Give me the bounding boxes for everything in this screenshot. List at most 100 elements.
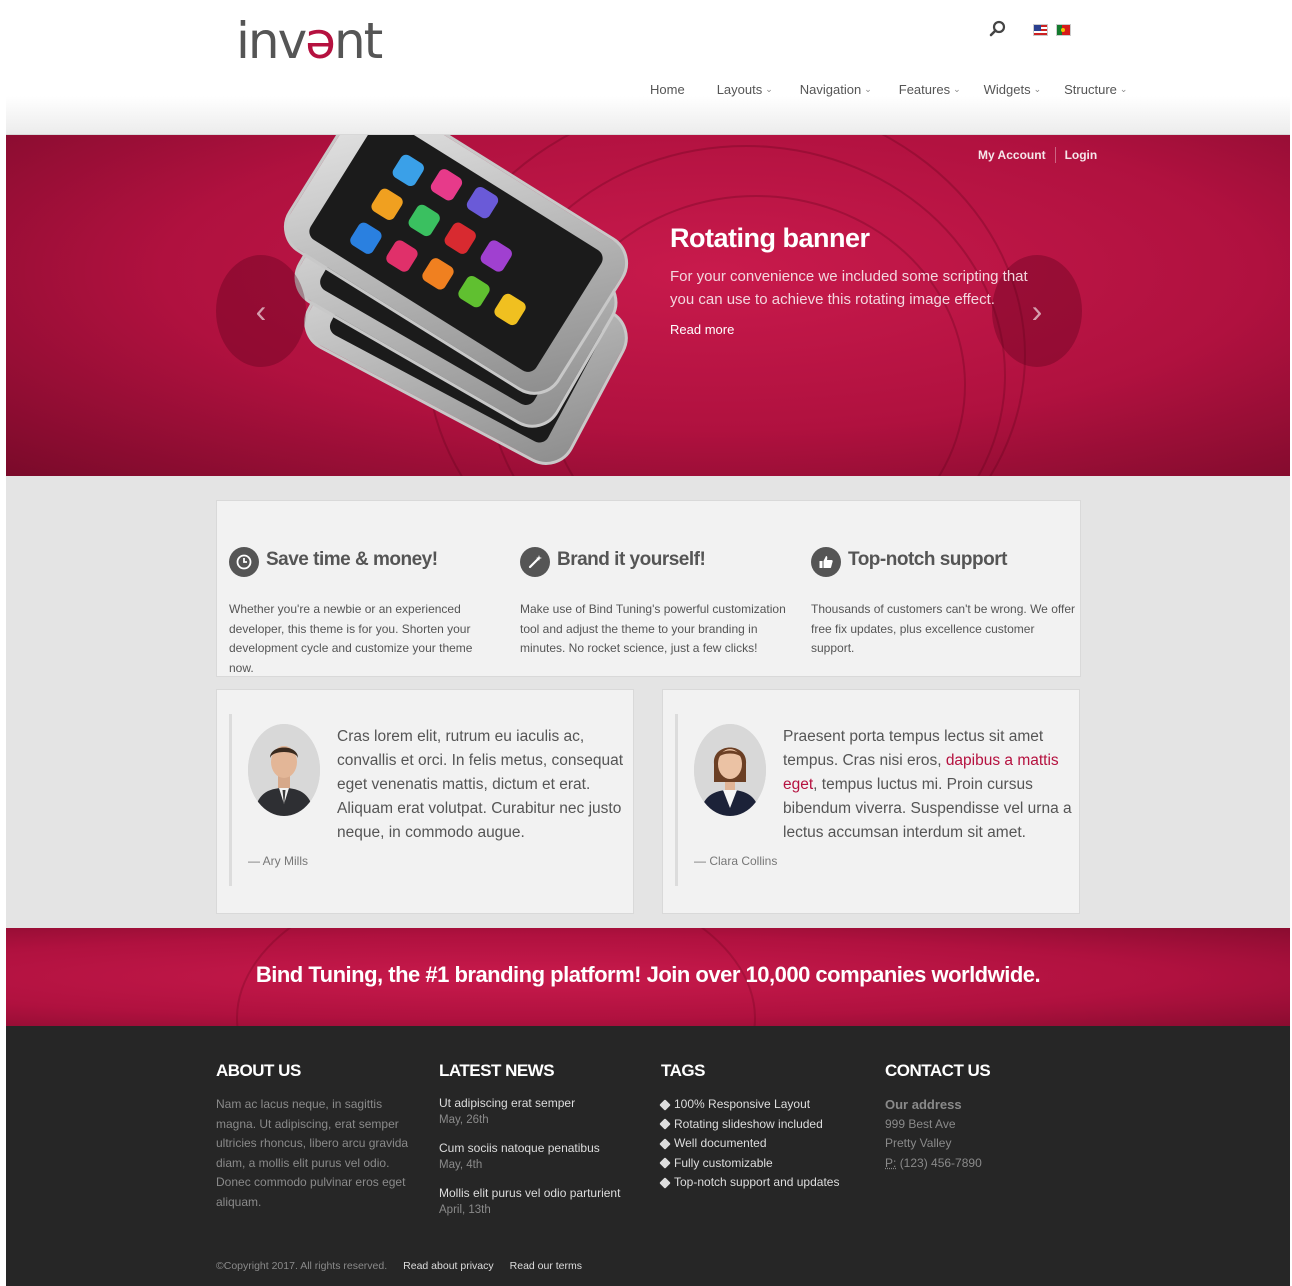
footer-about-text: Nam ac lacus neque, in sagittis magna. U… <box>216 1097 409 1209</box>
rotating-banner: My Account Login ‹ › Rotating banner For… <box>6 135 1290 476</box>
phones-image <box>272 135 656 476</box>
footer-about: ABOUT US Nam ac lacus neque, in sagittis… <box>216 1061 416 1212</box>
page: invənt Home Layouts ⌄ Navigation ⌄ Feature… <box>6 8 1290 1286</box>
nav-structure-label: Structure <box>1064 82 1117 97</box>
logo-text-end: nt <box>333 12 383 70</box>
nav-navigation[interactable]: Navigation ⌄ <box>800 82 872 97</box>
news-item-title[interactable]: Cum sociis natoque penatibus <box>439 1140 649 1157</box>
testimonial-card: Praesent porta tempus lectus sit amet te… <box>662 689 1080 914</box>
testimonial-quote: Praesent porta tempus lectus sit amet te… <box>783 725 1073 845</box>
banner-read-more-link[interactable]: Read more <box>670 322 734 337</box>
testimonial-card: Cras lorem elit, rutrum eu iaculis ac, c… <box>216 689 634 914</box>
site-header: invənt Home Layouts ⌄ Navigation ⌄ Feature… <box>6 8 1290 135</box>
main-nav: Home Layouts ⌄ Navigation ⌄ Features ⌄ Widg… <box>650 82 1127 97</box>
logo-text-start: inv <box>236 12 307 70</box>
login-link[interactable]: Login <box>1065 148 1098 162</box>
tag-icon <box>659 1118 671 1130</box>
quote-text: , tempus luctus mi. Proin cursus bibendu… <box>783 776 1072 841</box>
feature-title: Brand it yourself! <box>557 549 706 570</box>
tag-label: 100% Responsive Layout <box>674 1097 811 1111</box>
footer-news: LATEST NEWS Ut adipiscing erat semper Ma… <box>439 1061 649 1230</box>
tag-item[interactable]: Top-notch support and updates <box>659 1173 881 1193</box>
banner-text: For your convenience we included some sc… <box>670 268 1028 308</box>
tag-icon <box>659 1138 671 1150</box>
testimonial-author: — Clara Collins <box>694 854 778 868</box>
account-divider <box>1054 147 1056 163</box>
footer-tags-title: TAGS <box>661 1061 705 1080</box>
news-item-date: May, 26th <box>439 1114 489 1126</box>
news-item-date: April, 13th <box>439 1204 491 1216</box>
phone-number: (123) 456-7890 <box>899 1155 982 1170</box>
features-panel: Save time & money! Whether you're a newb… <box>216 500 1081 677</box>
news-item: Cum sociis natoque penatibus May, 4th <box>439 1140 649 1174</box>
chevron-down-icon: ⌄ <box>1033 84 1042 94</box>
nav-navigation-label: Navigation <box>799 82 862 97</box>
contact-city: Pretty Valley <box>885 1136 952 1150</box>
news-item: Mollis elit purus vel odio parturient Ap… <box>439 1185 649 1219</box>
tag-item[interactable]: Rotating slideshow included <box>659 1115 881 1135</box>
news-item-date: May, 4th <box>439 1159 483 1171</box>
tag-label: Rotating slideshow included <box>674 1116 823 1131</box>
copyright-bar: ©Copyright 2017. All rights reserved. Re… <box>216 1260 582 1272</box>
banner-prev-button[interactable]: ‹ <box>216 255 306 367</box>
tag-item[interactable]: Well documented <box>659 1134 881 1154</box>
footer-tags: TAGS 100% Responsive Layout Rotating sli… <box>659 1061 881 1193</box>
banner-title: Rotating banner <box>670 223 870 253</box>
testimonial-quote: Cras lorem elit, rutrum eu iaculis ac, c… <box>337 725 627 845</box>
tag-icon <box>659 1099 671 1111</box>
nav-layouts[interactable]: Layouts ⌄ <box>717 82 773 97</box>
tag-label: Well documented <box>674 1136 767 1150</box>
nav-structure[interactable]: Structure ⌄ <box>1064 82 1127 97</box>
logo-text-accent: ə <box>305 12 336 70</box>
news-item-title[interactable]: Mollis elit purus vel odio parturient <box>439 1185 649 1202</box>
nav-home-label: Home <box>650 82 685 97</box>
search-icon[interactable] <box>989 20 1007 38</box>
nav-features-label: Features <box>898 82 951 97</box>
account-links: My Account Login <box>978 147 1097 163</box>
news-item-title[interactable]: Ut adipiscing erat semper <box>439 1095 649 1112</box>
nav-widgets[interactable]: Widgets ⌄ <box>984 82 1042 97</box>
nav-widgets-label: Widgets <box>983 82 1031 97</box>
testimonial-author: — Ary Mills <box>248 854 308 868</box>
tag-label: Top-notch support and updates <box>674 1175 840 1189</box>
nav-features[interactable]: Features ⌄ <box>899 82 961 97</box>
chevron-down-icon: ⌄ <box>864 84 872 94</box>
us-flag-icon[interactable] <box>1033 24 1048 36</box>
my-account-link[interactable]: My Account <box>978 148 1046 162</box>
tag-label: Fully customizable <box>674 1155 773 1170</box>
footer-contact-title: CONTACT US <box>885 1061 991 1080</box>
nav-layouts-label: Layouts <box>716 82 763 97</box>
avatar-clara-collins <box>694 724 766 816</box>
terms-link[interactable]: Read our terms <box>510 1260 582 1272</box>
feature-text: Whether you're a newbie or an experience… <box>229 602 473 675</box>
tag-icon <box>659 1157 671 1169</box>
news-item: Ut adipiscing erat semper May, 26th <box>439 1095 649 1129</box>
tag-item[interactable]: Fully customizable <box>659 1154 881 1174</box>
privacy-link[interactable]: Read about privacy <box>403 1260 493 1272</box>
portugal-flag-icon[interactable] <box>1056 24 1071 36</box>
footer-contact: CONTACT US Our address 999 Best Ave Pret… <box>885 1061 1085 1173</box>
phone-label: P: <box>885 1155 897 1170</box>
tag-icon <box>659 1177 671 1189</box>
avatar-ary-mills <box>248 724 320 816</box>
cta-text: Bind Tuning, the #1 branding platform! J… <box>255 962 1041 987</box>
nav-home[interactable]: Home <box>650 82 685 97</box>
chevron-down-icon: ⌄ <box>1119 84 1128 94</box>
site-logo[interactable]: invənt <box>236 12 383 70</box>
thumbs-up-icon <box>811 547 841 577</box>
clock-icon <box>229 547 259 577</box>
tag-item[interactable]: 100% Responsive Layout <box>659 1095 881 1115</box>
contact-street: 999 Best Ave <box>885 1116 956 1131</box>
quote-bar <box>229 714 232 886</box>
chevron-left-icon: ‹ <box>255 292 267 329</box>
cta-band: Bind Tuning, the #1 branding platform! J… <box>6 928 1290 1026</box>
contact-address-label: Our address <box>885 1097 962 1112</box>
site-footer: ABOUT US Nam ac lacus neque, in sagittis… <box>6 1026 1290 1286</box>
chevron-down-icon: ⌄ <box>953 84 961 94</box>
feature-text: Thousands of customers can't be wrong. W… <box>811 602 1075 655</box>
chevron-down-icon: ⌄ <box>765 84 773 94</box>
copyright-text: ©Copyright 2017. All rights reserved. <box>216 1260 388 1272</box>
quote-bar <box>675 714 678 886</box>
footer-about-title: ABOUT US <box>216 1061 301 1080</box>
feature-text: Make use of Bind Tuning's powerful custo… <box>520 602 786 655</box>
